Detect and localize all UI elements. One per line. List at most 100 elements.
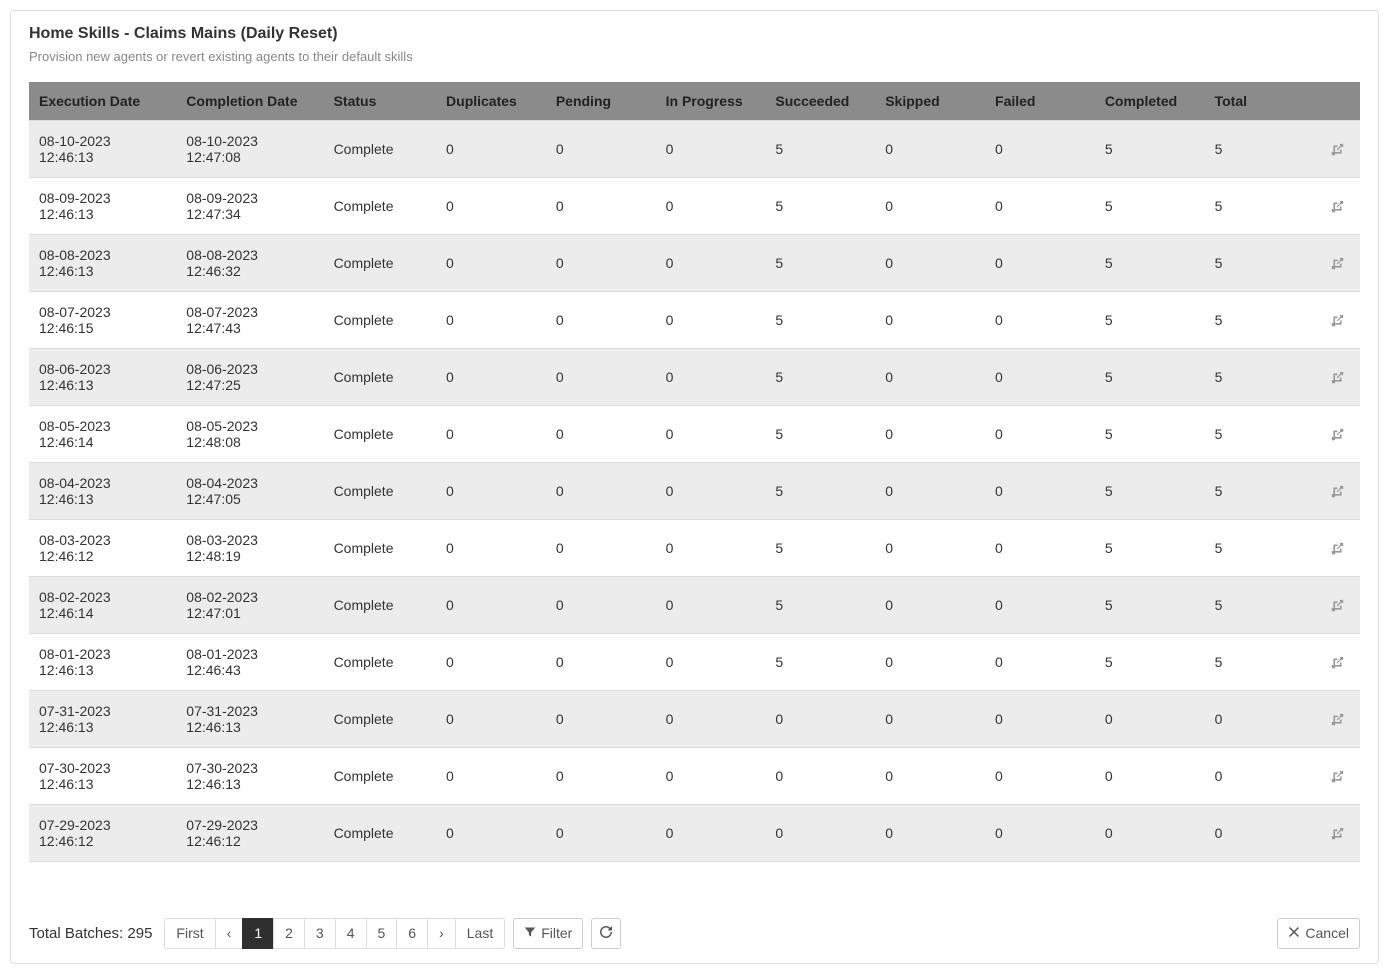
open-external-icon[interactable] [1324, 656, 1350, 669]
col-header-pending[interactable]: Pending [546, 82, 656, 121]
col-header-total[interactable]: Total [1205, 82, 1315, 121]
page-6[interactable]: 6 [396, 918, 428, 949]
cell-status: Complete [324, 463, 436, 520]
cell-in-progress: 0 [656, 406, 766, 463]
cell-duplicates: 0 [436, 292, 546, 349]
cell-action [1314, 121, 1360, 178]
col-header-failed[interactable]: Failed [985, 82, 1095, 121]
cell-failed: 0 [985, 292, 1095, 349]
cell-completed: 0 [1095, 805, 1205, 862]
cell-completed: 5 [1095, 520, 1205, 577]
cell-total: 5 [1205, 349, 1315, 406]
col-header-completed[interactable]: Completed [1095, 82, 1205, 121]
cell-failed: 0 [985, 634, 1095, 691]
cell-execution-date: 08-02-2023 12:46:14 [29, 577, 176, 634]
cell-status: Complete [324, 292, 436, 349]
cell-completed: 5 [1095, 121, 1205, 178]
open-external-icon[interactable] [1324, 713, 1350, 726]
cell-failed: 0 [985, 691, 1095, 748]
page-subtitle: Provision new agents or revert existing … [29, 49, 1360, 64]
cell-skipped: 0 [875, 577, 985, 634]
cell-pending: 0 [546, 634, 656, 691]
cell-completed: 5 [1095, 406, 1205, 463]
col-header-succeeded[interactable]: Succeeded [765, 82, 875, 121]
cell-failed: 0 [985, 520, 1095, 577]
cell-succeeded: 0 [765, 691, 875, 748]
col-header-status[interactable]: Status [324, 82, 436, 121]
main-panel: Home Skills - Claims Mains (Daily Reset)… [10, 10, 1379, 964]
cell-total: 0 [1205, 805, 1315, 862]
filter-button[interactable]: Filter [513, 918, 583, 949]
open-external-icon[interactable] [1324, 428, 1350, 441]
cell-skipped: 0 [875, 748, 985, 805]
cell-pending: 0 [546, 748, 656, 805]
refresh-button[interactable] [591, 918, 621, 949]
cell-total: 5 [1205, 463, 1315, 520]
open-external-icon[interactable] [1324, 314, 1350, 327]
open-external-icon[interactable] [1324, 200, 1350, 213]
table-row: 08-10-2023 12:46:1308-10-2023 12:47:08Co… [29, 121, 1360, 178]
col-header-skipped[interactable]: Skipped [875, 82, 985, 121]
cell-status: Complete [324, 748, 436, 805]
cell-duplicates: 0 [436, 235, 546, 292]
open-external-icon[interactable] [1324, 599, 1350, 612]
open-external-icon[interactable] [1324, 770, 1350, 783]
cell-execution-date: 08-01-2023 12:46:13 [29, 634, 176, 691]
open-external-icon[interactable] [1324, 257, 1350, 270]
open-external-icon[interactable] [1324, 542, 1350, 555]
cancel-button[interactable]: Cancel [1277, 918, 1360, 949]
page-next[interactable]: › [427, 918, 456, 949]
cell-in-progress: 0 [656, 178, 766, 235]
cell-duplicates: 0 [436, 634, 546, 691]
cell-duplicates: 0 [436, 577, 546, 634]
cell-status: Complete [324, 520, 436, 577]
page-last[interactable]: Last [455, 918, 505, 949]
cell-completed: 0 [1095, 691, 1205, 748]
cell-in-progress: 0 [656, 121, 766, 178]
cell-total: 5 [1205, 235, 1315, 292]
cell-skipped: 0 [875, 805, 985, 862]
table-row: 08-04-2023 12:46:1308-04-2023 12:47:05Co… [29, 463, 1360, 520]
cell-completed: 5 [1095, 577, 1205, 634]
cell-completion-date: 08-04-2023 12:47:05 [176, 463, 323, 520]
cell-pending: 0 [546, 121, 656, 178]
page-first[interactable]: First [164, 918, 215, 949]
cell-completion-date: 08-01-2023 12:46:43 [176, 634, 323, 691]
page-4[interactable]: 4 [335, 918, 367, 949]
cell-pending: 0 [546, 349, 656, 406]
page-3[interactable]: 3 [304, 918, 336, 949]
col-header-in-progress[interactable]: In Progress [656, 82, 766, 121]
table-row: 08-09-2023 12:46:1308-09-2023 12:47:34Co… [29, 178, 1360, 235]
page-2[interactable]: 2 [273, 918, 305, 949]
cell-status: Complete [324, 691, 436, 748]
filter-icon [524, 925, 536, 942]
cell-in-progress: 0 [656, 748, 766, 805]
open-external-icon[interactable] [1324, 143, 1350, 156]
cell-action [1314, 577, 1360, 634]
page-1[interactable]: 1 [242, 918, 274, 949]
cell-duplicates: 0 [436, 805, 546, 862]
open-external-icon[interactable] [1324, 371, 1350, 384]
cell-succeeded: 5 [765, 406, 875, 463]
cell-completion-date: 07-31-2023 12:46:13 [176, 691, 323, 748]
cell-succeeded: 0 [765, 805, 875, 862]
page-prev[interactable]: ‹ [215, 918, 244, 949]
page-5[interactable]: 5 [366, 918, 398, 949]
col-header-execution-date[interactable]: Execution Date [29, 82, 176, 121]
cell-execution-date: 08-08-2023 12:46:13 [29, 235, 176, 292]
col-header-duplicates[interactable]: Duplicates [436, 82, 546, 121]
cell-pending: 0 [546, 178, 656, 235]
cell-completion-date: 08-07-2023 12:47:43 [176, 292, 323, 349]
open-external-icon[interactable] [1324, 827, 1350, 840]
cell-succeeded: 5 [765, 349, 875, 406]
cell-total: 5 [1205, 577, 1315, 634]
cell-completed: 5 [1095, 634, 1205, 691]
table-row: 07-29-2023 12:46:1207-29-2023 12:46:12Co… [29, 805, 1360, 862]
cell-skipped: 0 [875, 634, 985, 691]
col-header-completion-date[interactable]: Completion Date [176, 82, 323, 121]
cell-total: 5 [1205, 292, 1315, 349]
open-external-icon[interactable] [1324, 485, 1350, 498]
table-row: 08-06-2023 12:46:1308-06-2023 12:47:25Co… [29, 349, 1360, 406]
table-row: 07-30-2023 12:46:1307-30-2023 12:46:13Co… [29, 748, 1360, 805]
cell-execution-date: 08-05-2023 12:46:14 [29, 406, 176, 463]
